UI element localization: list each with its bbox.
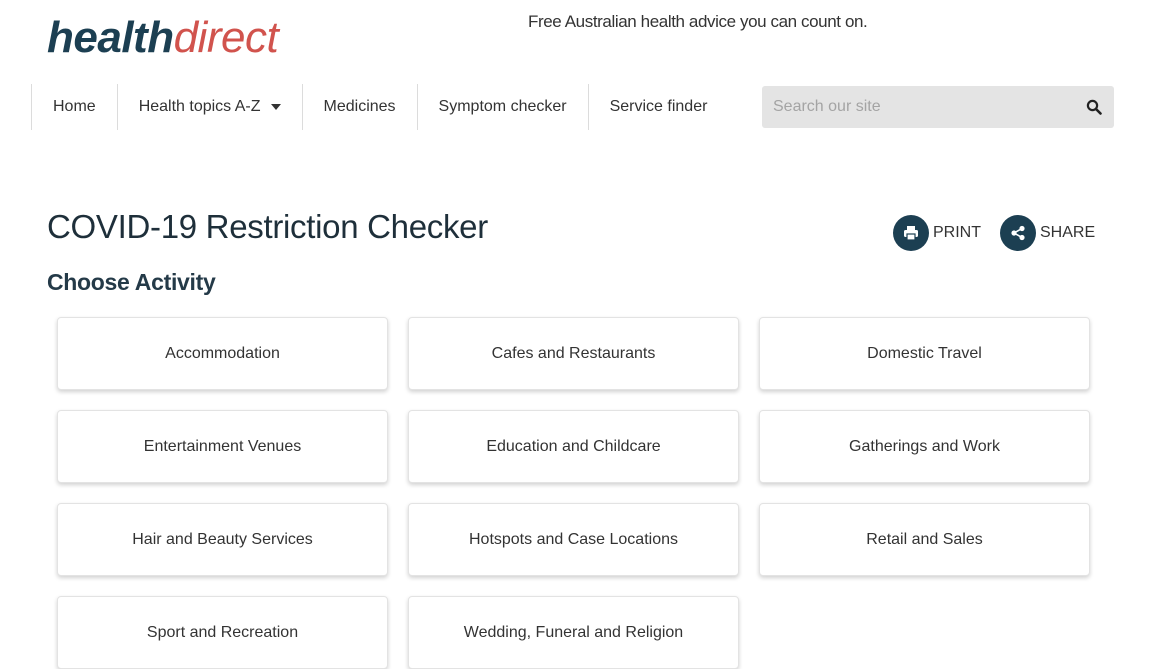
print-icon — [893, 215, 929, 251]
nav-health-topics-label: Health topics A-Z — [138, 98, 261, 115]
nav-symptom-checker[interactable]: Symptom checker — [416, 84, 588, 130]
healthdirect-logo[interactable]: healthdirect — [47, 12, 279, 64]
activity-card-cafes-restaurants[interactable]: Cafes and Restaurants — [408, 317, 739, 390]
activity-card-retail-sales[interactable]: Retail and Sales — [759, 503, 1090, 576]
search-bar — [762, 86, 1114, 128]
print-label: PRINT — [933, 224, 981, 241]
share-label: SHARE — [1040, 224, 1096, 241]
search-input[interactable] — [762, 86, 1074, 128]
activity-card-gatherings-work[interactable]: Gatherings and Work — [759, 410, 1090, 483]
activity-card-hotspots[interactable]: Hotspots and Case Locations — [408, 503, 739, 576]
activity-card-domestic-travel[interactable]: Domestic Travel — [759, 317, 1090, 390]
activity-card-entertainment-venues[interactable]: Entertainment Venues — [57, 410, 388, 483]
activity-card-education-childcare[interactable]: Education and Childcare — [408, 410, 739, 483]
nav-home-label: Home — [53, 98, 96, 115]
choose-activity-heading: Choose Activity — [47, 269, 216, 295]
nav-home[interactable]: Home — [31, 84, 117, 130]
nav-medicines-label: Medicines — [323, 98, 396, 115]
logo-direct: direct — [173, 13, 279, 62]
activity-grid: Accommodation Cafes and Restaurants Dome… — [57, 317, 1090, 669]
activity-card-wedding-funeral-religion[interactable]: Wedding, Funeral and Religion — [408, 596, 739, 669]
print-button[interactable]: PRINT — [893, 215, 981, 251]
main-nav: Home Health topics A-Z Medicines Symptom… — [31, 84, 728, 130]
search-icon[interactable] — [1074, 86, 1114, 128]
chevron-down-icon — [270, 104, 281, 110]
nav-medicines[interactable]: Medicines — [301, 84, 417, 130]
nav-health-topics[interactable]: Health topics A-Z — [116, 84, 302, 130]
share-button[interactable]: SHARE — [1000, 215, 1095, 251]
page-title: COVID-19 Restriction Checker — [47, 208, 488, 245]
logo-health: health — [47, 13, 174, 62]
activity-card-accommodation[interactable]: Accommodation — [57, 317, 388, 390]
nav-symptom-checker-label: Symptom checker — [438, 98, 567, 115]
nav-service-finder[interactable]: Service finder — [587, 84, 729, 130]
share-icon — [1000, 215, 1036, 251]
tagline: Free Australian health advice you can co… — [528, 12, 868, 31]
activity-card-hair-beauty[interactable]: Hair and Beauty Services — [57, 503, 388, 576]
activity-card-sport-recreation[interactable]: Sport and Recreation — [57, 596, 388, 669]
nav-service-finder-label: Service finder — [609, 98, 708, 115]
